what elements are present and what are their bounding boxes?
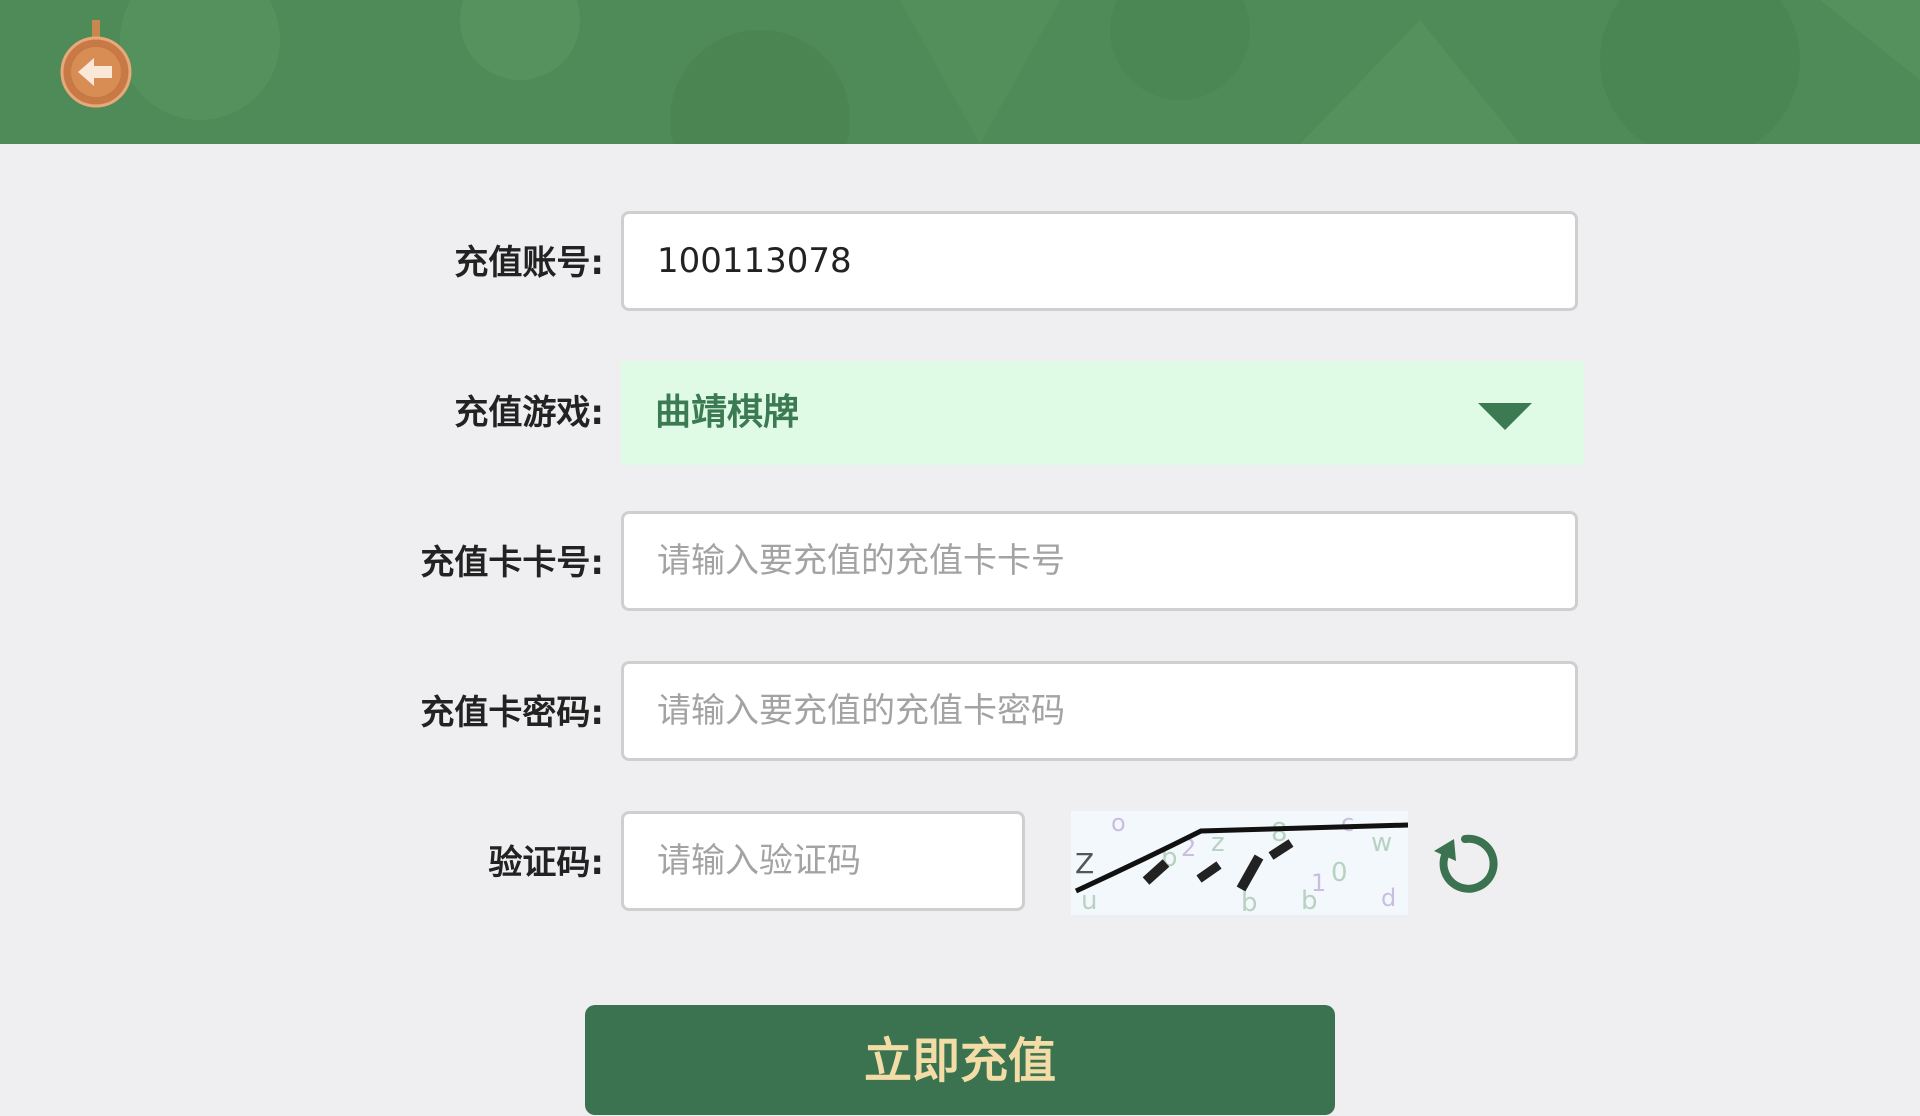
refresh-icon bbox=[1434, 834, 1498, 893]
back-button[interactable] bbox=[56, 20, 136, 110]
game-selected-value: 曲靖棋牌 bbox=[655, 392, 800, 433]
svg-text:u: u bbox=[1081, 886, 1097, 915]
account-input[interactable] bbox=[621, 211, 1578, 311]
card-number-input[interactable] bbox=[621, 511, 1578, 611]
captcha-input[interactable] bbox=[621, 811, 1025, 911]
game-row: 充值游戏: 曲靖棋牌 bbox=[0, 361, 1920, 465]
svg-text:1: 1 bbox=[1311, 869, 1326, 897]
captcha-graphic: ub z b b0 w8 21d oc Z bbox=[1071, 811, 1408, 915]
dropdown-arrow-icon bbox=[1478, 403, 1532, 430]
captcha-label: 验证码: bbox=[488, 843, 604, 883]
svg-text:o: o bbox=[1111, 811, 1126, 837]
captcha-row: 验证码: ubz bb0 w8 21d oc Z bbox=[0, 811, 1920, 915]
card-number-row: 充值卡卡号: bbox=[0, 511, 1920, 615]
svg-text:c: c bbox=[1341, 811, 1354, 837]
back-arrow-icon bbox=[60, 20, 132, 108]
game-label: 充值游戏: bbox=[454, 393, 604, 433]
card-password-row: 充值卡密码: bbox=[0, 661, 1920, 765]
svg-text:Z: Z bbox=[1075, 847, 1094, 880]
captcha-image[interactable]: ubz bb0 w8 21d oc Z bbox=[1071, 811, 1408, 915]
account-row: 充值账号: bbox=[0, 211, 1920, 315]
card-number-label: 充值卡卡号: bbox=[420, 543, 604, 583]
svg-text:0: 0 bbox=[1331, 858, 1348, 888]
card-password-input[interactable] bbox=[621, 661, 1578, 761]
svg-text:w: w bbox=[1371, 828, 1392, 858]
svg-text:b: b bbox=[1241, 888, 1258, 915]
header-background bbox=[0, 0, 1920, 144]
account-label: 充值账号: bbox=[454, 243, 604, 283]
game-select[interactable]: 曲靖棋牌 bbox=[621, 361, 1584, 465]
captcha-refresh-button[interactable] bbox=[1430, 829, 1500, 899]
submit-recharge-button[interactable]: 立即充值 bbox=[585, 1005, 1335, 1115]
card-password-label: 充值卡密码: bbox=[420, 693, 604, 733]
header-banner bbox=[0, 0, 1920, 144]
svg-text:d: d bbox=[1381, 884, 1396, 912]
